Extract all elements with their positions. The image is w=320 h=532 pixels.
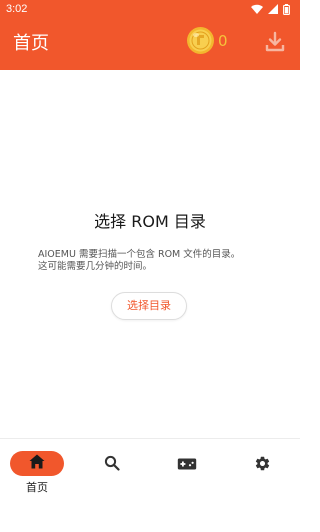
- description-line-2: 这可能需要几分钟的时间。: [38, 261, 153, 272]
- download-icon: [264, 31, 286, 57]
- nav-item-games[interactable]: [159, 451, 215, 479]
- search-icon: [104, 455, 120, 475]
- coin-icon[interactable]: [186, 26, 215, 55]
- empty-state-title: 选择 ROM 目录: [94, 212, 206, 231]
- wifi-icon: [251, 4, 263, 14]
- status-time: 3:02: [6, 3, 28, 15]
- download-button[interactable]: [262, 31, 288, 57]
- home-icon: [29, 454, 45, 473]
- nav-item-settings[interactable]: [234, 451, 290, 479]
- gamepad-icon: [177, 456, 197, 475]
- description-line-1: AIOEMU 需要扫描一个包含 ROM 文件的目录。: [38, 249, 241, 260]
- nav-item-search[interactable]: [84, 451, 140, 479]
- top-bar: 3:02 首页 0: [0, 0, 300, 70]
- coin-count: 0: [218, 32, 228, 50]
- settings-icon: [254, 455, 271, 476]
- empty-state-description: AIOEMU 需要扫描一个包含 ROM 文件的目录。 这可能需要几分钟的时间。: [38, 249, 288, 273]
- bottom-navigation: 首页: [0, 438, 300, 532]
- signal-icon: [268, 4, 278, 14]
- status-bar: 3:02: [0, 0, 300, 18]
- battery-icon: [283, 3, 290, 15]
- select-directory-button[interactable]: 选择目录: [111, 292, 187, 320]
- status-icons: [251, 3, 290, 15]
- app-bar: 首页 0: [0, 18, 300, 70]
- nav-item-home[interactable]: [10, 451, 64, 476]
- nav-item-home-label: 首页: [26, 481, 48, 494]
- rom-directory-empty-state: 选择 ROM 目录 AIOEMU 需要扫描一个包含 ROM 文件的目录。 这可能…: [0, 70, 300, 438]
- page-title: 首页: [13, 33, 49, 54]
